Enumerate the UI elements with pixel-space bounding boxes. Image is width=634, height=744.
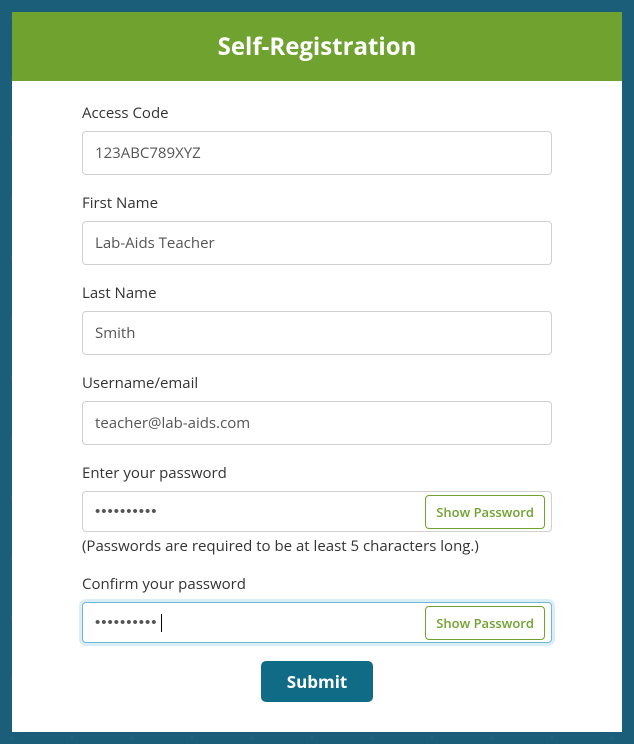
last-name-group: Last Name xyxy=(82,283,552,355)
confirm-password-input-wrapper: Show Password xyxy=(82,602,552,643)
card-body: Access Code First Name Last Name Usernam… xyxy=(12,81,622,732)
first-name-input[interactable] xyxy=(82,221,552,265)
access-code-group: Access Code xyxy=(82,103,552,175)
card-header: Self-Registration xyxy=(12,12,622,81)
text-caret xyxy=(161,614,162,632)
show-password-button[interactable]: Show Password xyxy=(425,495,545,529)
registration-card: Self-Registration Access Code First Name… xyxy=(12,12,622,732)
last-name-input[interactable] xyxy=(82,311,552,355)
first-name-label: First Name xyxy=(82,193,552,213)
password-label: Enter your password xyxy=(82,463,552,483)
password-input-wrapper: Show Password xyxy=(82,491,552,532)
submit-row: Submit xyxy=(82,661,552,702)
username-label: Username/email xyxy=(82,373,552,393)
show-confirm-password-button[interactable]: Show Password xyxy=(425,606,545,640)
access-code-input[interactable] xyxy=(82,131,552,175)
password-group: Enter your password Show Password (Passw… xyxy=(82,463,552,556)
username-group: Username/email xyxy=(82,373,552,445)
last-name-label: Last Name xyxy=(82,283,552,303)
page-title: Self-Registration xyxy=(218,30,417,63)
confirm-password-label: Confirm your password xyxy=(82,574,552,594)
password-hint: (Passwords are required to be at least 5… xyxy=(82,536,552,556)
username-input[interactable] xyxy=(82,401,552,445)
access-code-label: Access Code xyxy=(82,103,552,123)
first-name-group: First Name xyxy=(82,193,552,265)
submit-button[interactable]: Submit xyxy=(261,661,374,702)
confirm-password-group: Confirm your password Show Password xyxy=(82,574,552,643)
